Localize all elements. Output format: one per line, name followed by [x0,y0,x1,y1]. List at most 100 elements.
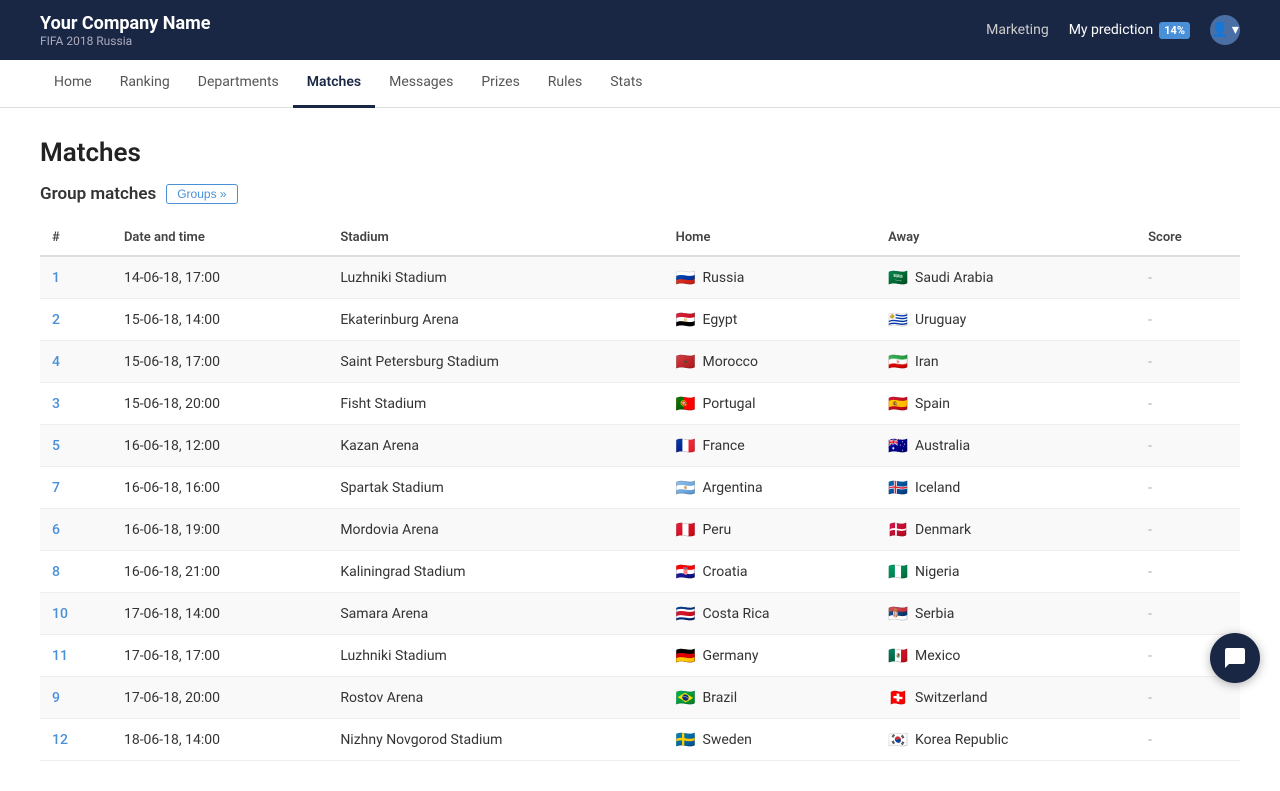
cell-date: 18-06-18, 14:00 [112,719,328,761]
home-flag: 🇧🇷 [676,688,696,707]
away-flag: 🇺🇾 [888,310,908,329]
home-team: Portugal [703,396,756,412]
home-flag: 🇵🇹 [676,394,696,413]
home-flag: 🇦🇷 [676,478,696,497]
cell-away: 🇺🇾 Uruguay [876,299,1136,341]
main-nav: Home Ranking Departments Matches Message… [0,60,1280,108]
nav-messages[interactable]: Messages [375,60,467,108]
table-row[interactable]: 2 15-06-18, 14:00 Ekaterinburg Arena 🇪🇬 … [40,299,1240,341]
nav-stats[interactable]: Stats [596,60,656,108]
chat-bubble[interactable] [1210,633,1260,683]
table-row[interactable]: 7 16-06-18, 16:00 Spartak Stadium 🇦🇷 Arg… [40,467,1240,509]
table-row[interactable]: 8 16-06-18, 21:00 Kaliningrad Stadium 🇭🇷… [40,551,1240,593]
cell-home: 🇦🇷 Argentina [664,467,876,509]
nav-home[interactable]: Home [40,60,106,108]
table-row[interactable]: 11 17-06-18, 17:00 Luzhniki Stadium 🇩🇪 G… [40,635,1240,677]
home-team: Brazil [703,690,738,706]
col-num: # [40,220,112,256]
cell-score: - [1136,341,1240,383]
away-flag: 🇮🇷 [888,352,908,371]
main-content: Matches Group matches Groups » # Date an… [0,108,1280,791]
cell-away: 🇩🇰 Denmark [876,509,1136,551]
home-team: Germany [703,648,759,664]
home-flag: 🇪🇬 [676,310,696,329]
table-row[interactable]: 5 16-06-18, 12:00 Kazan Arena 🇫🇷 France … [40,425,1240,467]
cell-home: 🇸🇪 Sweden [664,719,876,761]
table-row[interactable]: 12 18-06-18, 14:00 Nizhny Novgorod Stadi… [40,719,1240,761]
cell-num: 7 [40,467,112,509]
cell-score: - [1136,593,1240,635]
cell-date: 15-06-18, 14:00 [112,299,328,341]
away-flag: 🇳🇬 [888,562,908,581]
cell-home: 🇲🇦 Morocco [664,341,876,383]
home-team: Egypt [703,312,738,328]
away-team: Korea Republic [915,732,1008,748]
away-team: Iran [915,354,939,370]
nav-ranking[interactable]: Ranking [106,60,184,108]
cell-score: - [1136,719,1240,761]
marketing-link[interactable]: Marketing [986,22,1049,38]
cell-num: 11 [40,635,112,677]
prediction-label: My prediction [1069,22,1154,38]
nav-prizes[interactable]: Prizes [467,60,533,108]
home-team: Argentina [703,480,763,496]
away-team: Spain [915,396,950,412]
user-menu[interactable]: 👤 ▾ [1210,15,1240,45]
cell-date: 16-06-18, 16:00 [112,467,328,509]
cell-score: - [1136,299,1240,341]
away-team: Switzerland [915,690,987,706]
table-row[interactable]: 6 16-06-18, 19:00 Mordovia Arena 🇵🇪 Peru… [40,509,1240,551]
cell-num: 9 [40,677,112,719]
table-row[interactable]: 9 17-06-18, 20:00 Rostov Arena 🇧🇷 Brazil… [40,677,1240,719]
home-team: Sweden [703,732,752,748]
away-flag: 🇩🇰 [888,520,908,539]
cell-num: 4 [40,341,112,383]
cell-stadium: Samara Arena [328,593,663,635]
home-flag: 🇫🇷 [676,436,696,455]
table-row[interactable]: 10 17-06-18, 14:00 Samara Arena 🇨🇷 Costa… [40,593,1240,635]
section-header: Group matches Groups » [40,184,1240,204]
brand-sub: FIFA 2018 Russia [40,34,210,48]
cell-home: 🇧🇷 Brazil [664,677,876,719]
nav-matches[interactable]: Matches [293,60,375,108]
nav-departments[interactable]: Departments [184,60,293,108]
cell-away: 🇷🇸 Serbia [876,593,1136,635]
table-row[interactable]: 3 15-06-18, 20:00 Fisht Stadium 🇵🇹 Portu… [40,383,1240,425]
cell-date: 15-06-18, 20:00 [112,383,328,425]
col-score: Score [1136,220,1240,256]
groups-button[interactable]: Groups » [166,184,237,204]
cell-away: 🇮🇷 Iran [876,341,1136,383]
cell-score: - [1136,383,1240,425]
cell-num: 8 [40,551,112,593]
cell-num: 1 [40,256,112,299]
nav-rules[interactable]: Rules [534,60,596,108]
cell-stadium: Luzhniki Stadium [328,256,663,299]
home-flag: 🇭🇷 [676,562,696,581]
table-body: 1 14-06-18, 17:00 Luzhniki Stadium 🇷🇺 Ru… [40,256,1240,761]
table-row[interactable]: 4 15-06-18, 17:00 Saint Petersburg Stadi… [40,341,1240,383]
cell-stadium: Rostov Arena [328,677,663,719]
cell-home: 🇩🇪 Germany [664,635,876,677]
cell-away: 🇮🇸 Iceland [876,467,1136,509]
away-team: Denmark [915,522,971,538]
table-row[interactable]: 1 14-06-18, 17:00 Luzhniki Stadium 🇷🇺 Ru… [40,256,1240,299]
cell-score: - [1136,467,1240,509]
cell-away: 🇸🇦 Saudi Arabia [876,256,1136,299]
cell-away: 🇳🇬 Nigeria [876,551,1136,593]
away-team: Uruguay [915,312,966,328]
cell-stadium: Ekaterinburg Arena [328,299,663,341]
home-team: Costa Rica [703,606,770,622]
brand: Your Company Name FIFA 2018 Russia [40,13,210,48]
cell-stadium: Luzhniki Stadium [328,635,663,677]
col-date: Date and time [112,220,328,256]
cell-away: 🇨🇭 Switzerland [876,677,1136,719]
away-flag: 🇮🇸 [888,478,908,497]
col-away: Away [876,220,1136,256]
cell-date: 16-06-18, 21:00 [112,551,328,593]
cell-stadium: Spartak Stadium [328,467,663,509]
prediction-badge[interactable]: My prediction 14% [1069,22,1190,39]
cell-away: 🇦🇺 Australia [876,425,1136,467]
page-title: Matches [40,138,1240,168]
cell-stadium: Fisht Stadium [328,383,663,425]
col-stadium: Stadium [328,220,663,256]
